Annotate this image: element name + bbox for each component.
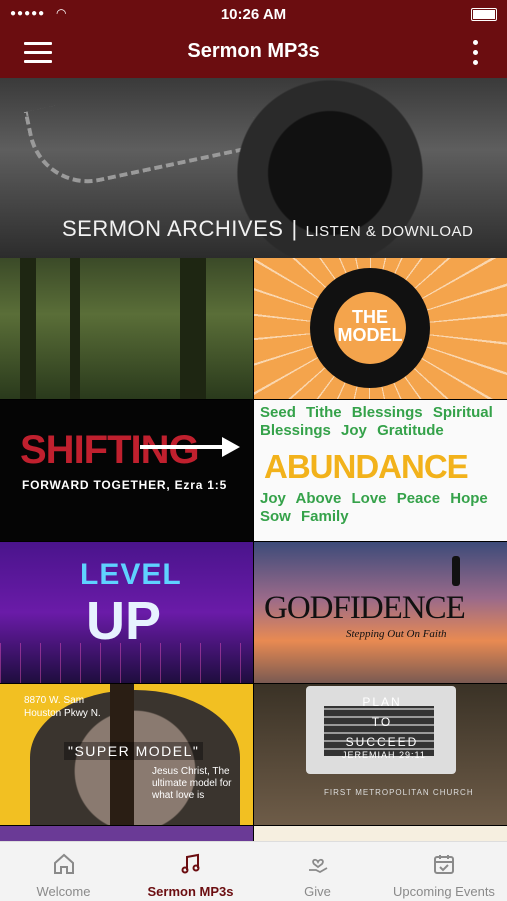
music-note-icon xyxy=(179,852,203,876)
sermon-tile-forest[interactable] xyxy=(0,258,253,399)
page-title: Sermon MP3s xyxy=(187,40,320,62)
word: Family xyxy=(301,508,349,525)
tab-sermon-mp3s[interactable]: Sermon MP3s xyxy=(127,842,254,901)
word: Tithe xyxy=(306,404,342,421)
arrow-right-icon xyxy=(140,437,240,457)
tab-label: Give xyxy=(304,884,331,899)
plan-church: FIRST METROPOLITAN CHURCH xyxy=(324,788,474,797)
banner-caption: SERMON ARCHIVES | LISTEN & DOWNLOAD xyxy=(62,216,473,242)
tab-welcome[interactable]: Welcome xyxy=(0,842,127,901)
tree-trunk xyxy=(180,258,206,399)
tree-trunk xyxy=(70,258,80,399)
supermodel-text: Jesus Christ, The ultimate model for wha… xyxy=(152,766,232,801)
sermon-tile-super-model[interactable]: 8870 W. Sam Houston Pkwy N. "SUPER MODEL… xyxy=(0,684,253,825)
sermon-archives-banner[interactable]: SERMON ARCHIVES | LISTEN & DOWNLOAD xyxy=(0,78,507,258)
sermon-tile-the-model[interactable]: THE MODEL xyxy=(254,258,507,399)
word: Seed xyxy=(260,404,296,421)
church-address: 8870 W. Sam Houston Pkwy N. xyxy=(24,694,101,720)
address-line2: Houston Pkwy N. xyxy=(24,708,101,719)
tab-give[interactable]: Give xyxy=(254,842,381,901)
plan-verse: JEREMIAH 29:11 xyxy=(342,750,426,760)
address-line1: 8870 W. Sam xyxy=(24,695,85,706)
levelup-line2: UP xyxy=(86,591,162,651)
app-header: Sermon MP3s xyxy=(0,28,507,78)
plan-line3: SUCCEED xyxy=(345,735,419,749)
hand-heart-icon xyxy=(306,852,330,876)
shifting-title: SHIFTING xyxy=(20,428,200,472)
plan-line1: PLAN xyxy=(362,695,402,709)
word: Joy xyxy=(341,422,367,439)
calendar-check-icon xyxy=(432,852,456,876)
word: Peace xyxy=(396,490,441,507)
sermon-tile-abundance[interactable]: Seed Tithe Blessings Spiritual Blessings… xyxy=(254,400,507,541)
word: Hope xyxy=(450,490,488,507)
plan-text: PLAN TO SUCCEED xyxy=(342,692,422,752)
shifting-subtitle: FORWARD TOGETHER, Ezra 1:5 xyxy=(22,478,228,492)
plan-line2: TO xyxy=(371,715,393,729)
word: Gratitude xyxy=(377,422,444,439)
bottom-tab-bar: Welcome Sermon MP3s Give Upcoming Events xyxy=(0,841,507,901)
abundance-word-cloud: Seed Tithe Blessings Spiritual Blessings… xyxy=(260,404,502,440)
home-icon xyxy=(52,852,76,876)
banner-subtitle: LISTEN & DOWNLOAD xyxy=(305,223,474,240)
tab-upcoming-events[interactable]: Upcoming Events xyxy=(381,842,507,901)
status-time: 10:26 AM xyxy=(220,6,287,23)
word: Sow xyxy=(260,508,291,525)
word: Love xyxy=(351,490,387,507)
godfidence-subtitle: Stepping Out On Faith xyxy=(346,628,447,640)
status-bar: ●●●●● ◠ 10:26 AM xyxy=(0,0,507,28)
banner-title: SERMON ARCHIVES xyxy=(62,216,284,241)
tab-label: Sermon MP3s xyxy=(147,884,234,899)
levelup-line1: LEVEL xyxy=(80,558,182,591)
tree-trunk xyxy=(20,258,36,399)
sermon-tile-godfidence[interactable]: GODFIDENCE Stepping Out On Faith xyxy=(254,542,507,683)
word: Above xyxy=(295,490,342,507)
word: Blessings xyxy=(351,404,423,421)
sermon-tile-partial-left[interactable] xyxy=(0,826,253,842)
model-title: THE MODEL xyxy=(334,292,406,364)
sermon-tile-shifting[interactable]: SHIFTING FORWARD TOGETHER, Ezra 1:5 xyxy=(0,400,253,541)
battery-icon xyxy=(471,8,497,21)
banner-separator: | xyxy=(291,216,298,241)
sermon-tile-plan-to-succeed[interactable]: PLAN TO SUCCEED JEREMIAH 29:11 FIRST MET… xyxy=(254,684,507,825)
abundance-word-cloud-lower: Joy Above Love Peace Hope Sow Family xyxy=(260,490,502,526)
tab-label: Upcoming Events xyxy=(393,884,495,899)
abundance-title: ABUNDANCE xyxy=(264,448,469,485)
supermodel-title: "SUPER MODEL" xyxy=(64,742,204,760)
sermon-tile-partial-right[interactable] xyxy=(254,826,507,842)
walking-figure xyxy=(452,556,460,586)
more-options-icon[interactable] xyxy=(473,40,479,66)
tab-label: Welcome xyxy=(36,884,91,899)
sermon-tile-level-up[interactable]: LEVEL UP xyxy=(0,542,253,683)
godfidence-title: GODFIDENCE xyxy=(264,590,466,626)
word: Joy xyxy=(260,490,286,507)
